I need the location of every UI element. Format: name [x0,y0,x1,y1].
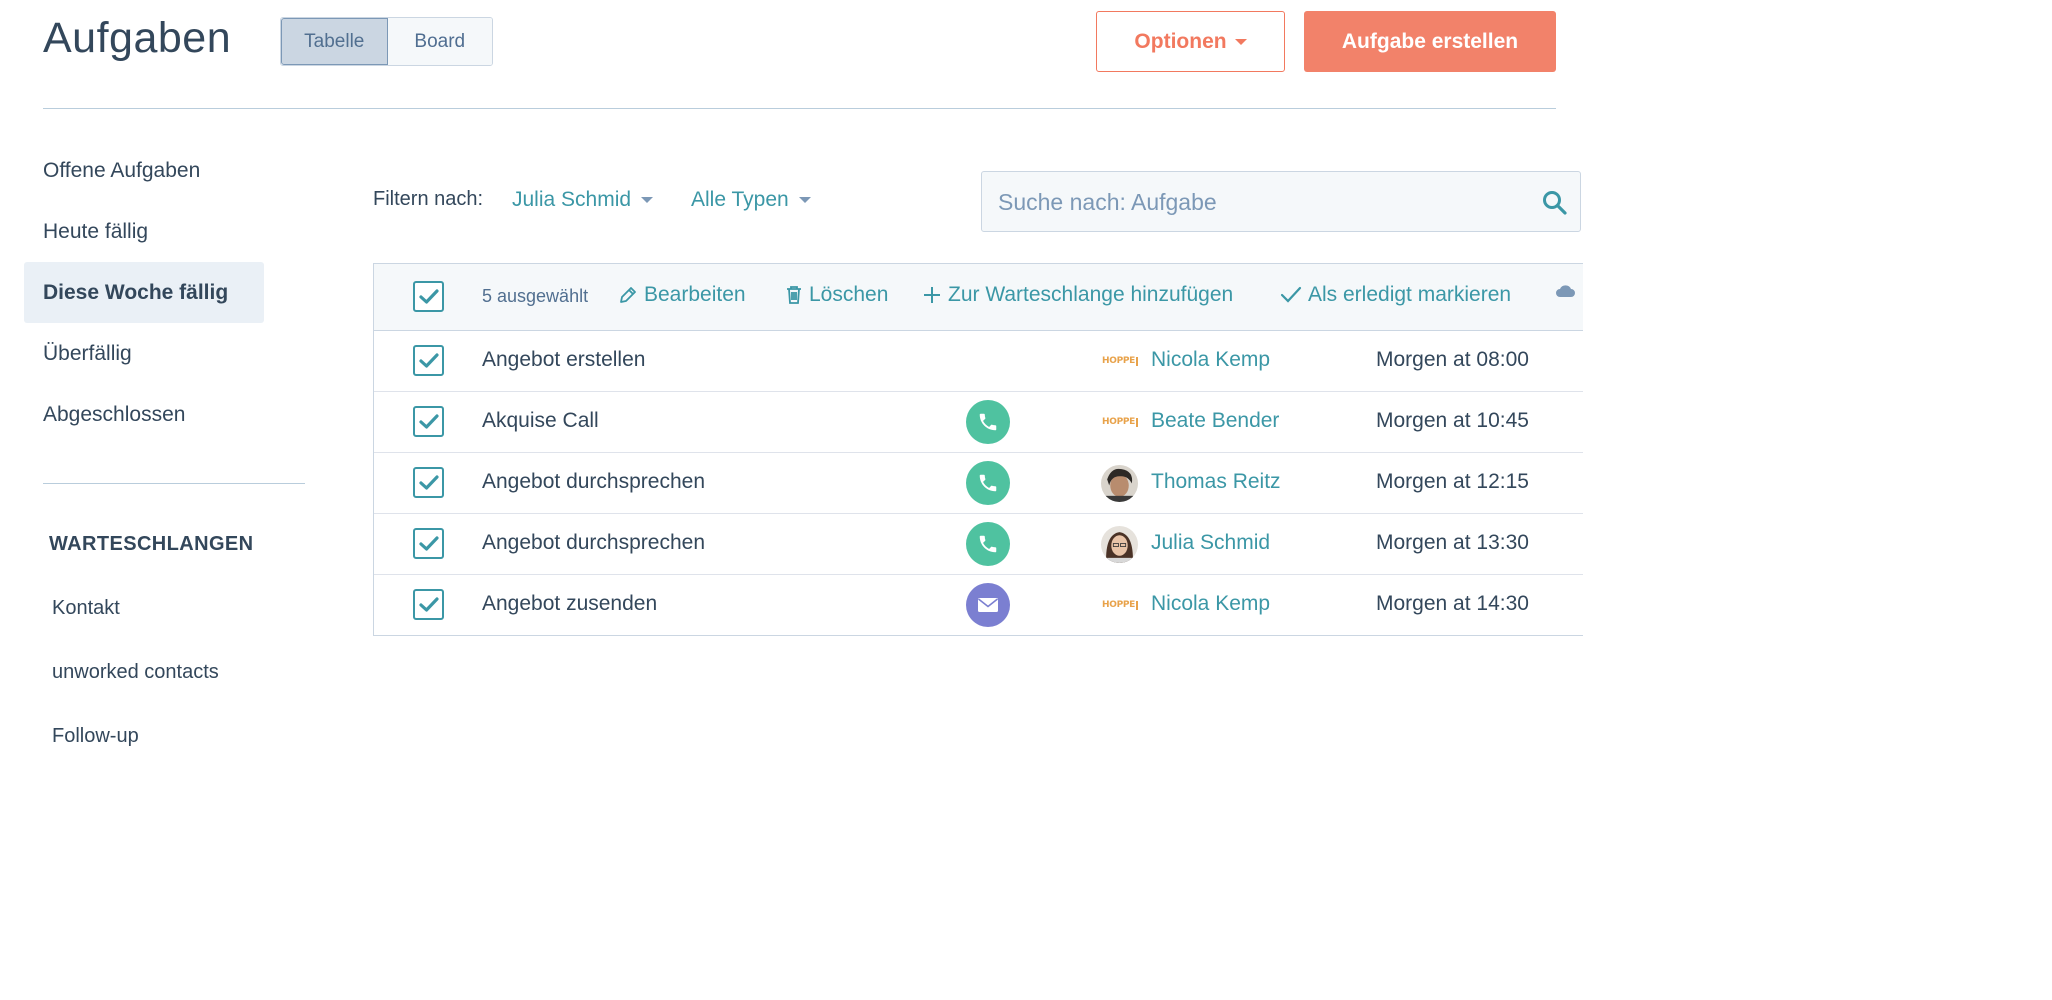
pencil-icon [620,287,636,303]
task-title[interactable]: Angebot durchsprechen [482,470,705,494]
company-logo-icon: HOPPE [1102,354,1138,368]
row-checkbox[interactable] [413,345,444,376]
add-to-queue-button[interactable]: Zur Warteschlange hinzufügen [922,283,1233,307]
task-title[interactable]: Akquise Call [482,409,599,433]
company-logo-text: HOPPE [1102,356,1136,366]
tasks-page: Aufgaben Tabelle Board Optionen Aufgabe … [0,0,1583,765]
sidebar-item-due-this-week[interactable]: Diese Woche fällig [24,262,264,323]
options-button-label: Optionen [1134,29,1227,53]
sidebar-item-completed[interactable]: Abgeschlossen [24,384,264,445]
bulk-action-bar: 5 ausgewählt Bearbeiten Löschen Zur Wart… [374,264,1583,331]
task-owner[interactable]: Nicola Kemp [1151,592,1270,616]
cloud-icon [1556,285,1575,297]
table-row[interactable]: Angebot durchsprechen Julia Schmid Morge… [374,514,1583,575]
selected-count: 5 ausgewählt [482,286,589,306]
phone-icon [966,522,1010,566]
task-title[interactable]: Angebot durchsprechen [482,531,705,555]
task-due-date: Morgen at 12:15 [1376,470,1529,493]
avatar [1101,465,1138,502]
task-due-date: Morgen at 10:45 [1376,409,1529,432]
table-row[interactable]: Angebot erstellen HOPPE Nicola Kemp Morg… [374,331,1583,392]
avatar [1101,526,1138,563]
search-input[interactable] [998,186,1518,218]
header-divider [43,108,1556,109]
task-due-date: Morgen at 08:00 [1376,348,1529,371]
page-title: Aufgaben [43,14,232,62]
mark-done-label: Als erledigt markieren [1308,283,1512,306]
chevron-down-icon [641,197,654,203]
search-icon[interactable] [1542,190,1568,216]
sidebar-item-open-tasks[interactable]: Offene Aufgaben [24,140,264,201]
checkmark-icon [418,535,439,551]
task-owner[interactable]: Julia Schmid [1151,531,1270,555]
mark-done-button[interactable]: Als erledigt markieren [1280,283,1511,307]
create-task-button[interactable]: Aufgabe erstellen [1304,11,1556,72]
more-actions-button[interactable] [1554,283,1576,301]
checkmark-icon [418,474,439,490]
task-title[interactable]: Angebot zusenden [482,592,657,616]
type-filter-dropdown[interactable]: Alle Typen [691,188,811,212]
checkmark-icon [418,413,439,429]
task-owner[interactable]: Thomas Reitz [1151,470,1281,494]
chevron-down-icon [1234,38,1247,45]
plus-icon [924,287,940,303]
check-icon [1280,286,1302,303]
sidebar-item-overdue[interactable]: Überfällig [24,323,264,384]
view-tab-board[interactable]: Board [387,18,492,65]
row-checkbox[interactable] [413,467,444,498]
delete-label: Löschen [809,283,889,306]
select-all-checkbox[interactable] [413,281,444,312]
sidebar-divider [43,483,305,484]
table-row[interactable]: Akquise Call HOPPE Beate Bender Morgen a… [374,392,1583,453]
table-row[interactable]: Angebot durchsprechen Thomas Reitz Morge… [374,453,1583,514]
company-logo-icon: HOPPE [1102,415,1138,429]
edit-label: Bearbeiten [644,283,746,306]
checkmark-icon [418,596,439,612]
company-logo-icon: HOPPE [1102,598,1138,612]
row-checkbox[interactable] [413,589,444,620]
owner-filter-dropdown[interactable]: Julia Schmid [512,188,654,212]
delete-button[interactable]: Löschen [785,283,888,307]
view-toggle: Tabelle Board [280,17,493,66]
search-box [981,171,1581,232]
sidebar-item-due-today[interactable]: Heute fällig [24,201,264,262]
phone-icon [966,400,1010,444]
queue-item-unworked-contacts[interactable]: unworked contacts [52,661,219,684]
queues-heading: WARTESCHLANGEN [49,533,254,555]
trash-icon [787,286,801,304]
chevron-down-icon [798,197,811,203]
company-logo-text: HOPPE [1102,600,1136,610]
options-button[interactable]: Optionen [1096,11,1285,72]
type-filter-value: Alle Typen [691,188,789,211]
email-icon [966,583,1010,627]
add-to-queue-label: Zur Warteschlange hinzufügen [948,283,1234,306]
phone-icon [966,461,1010,505]
row-checkbox[interactable] [413,528,444,559]
row-checkbox[interactable] [413,406,444,437]
task-due-date: Morgen at 13:30 [1376,531,1529,554]
table-row[interactable]: Angebot zusenden HOPPE Nicola Kemp Morge… [374,575,1583,636]
view-tab-table[interactable]: Tabelle [281,18,388,65]
task-owner[interactable]: Beate Bender [1151,409,1279,433]
owner-filter-value: Julia Schmid [512,188,632,211]
task-owner[interactable]: Nicola Kemp [1151,348,1270,372]
queue-item-contact[interactable]: Kontakt [52,597,120,620]
checkmark-icon [418,352,439,368]
task-title[interactable]: Angebot erstellen [482,348,645,372]
filter-label: Filtern nach: [373,188,484,210]
queue-item-follow-up[interactable]: Follow-up [52,725,139,748]
task-table: 5 ausgewählt Bearbeiten Löschen Zur Wart… [373,263,1583,636]
company-logo-text: HOPPE [1102,417,1136,427]
edit-button[interactable]: Bearbeiten [618,283,746,307]
checkmark-icon [418,288,439,304]
task-due-date: Morgen at 14:30 [1376,592,1529,615]
